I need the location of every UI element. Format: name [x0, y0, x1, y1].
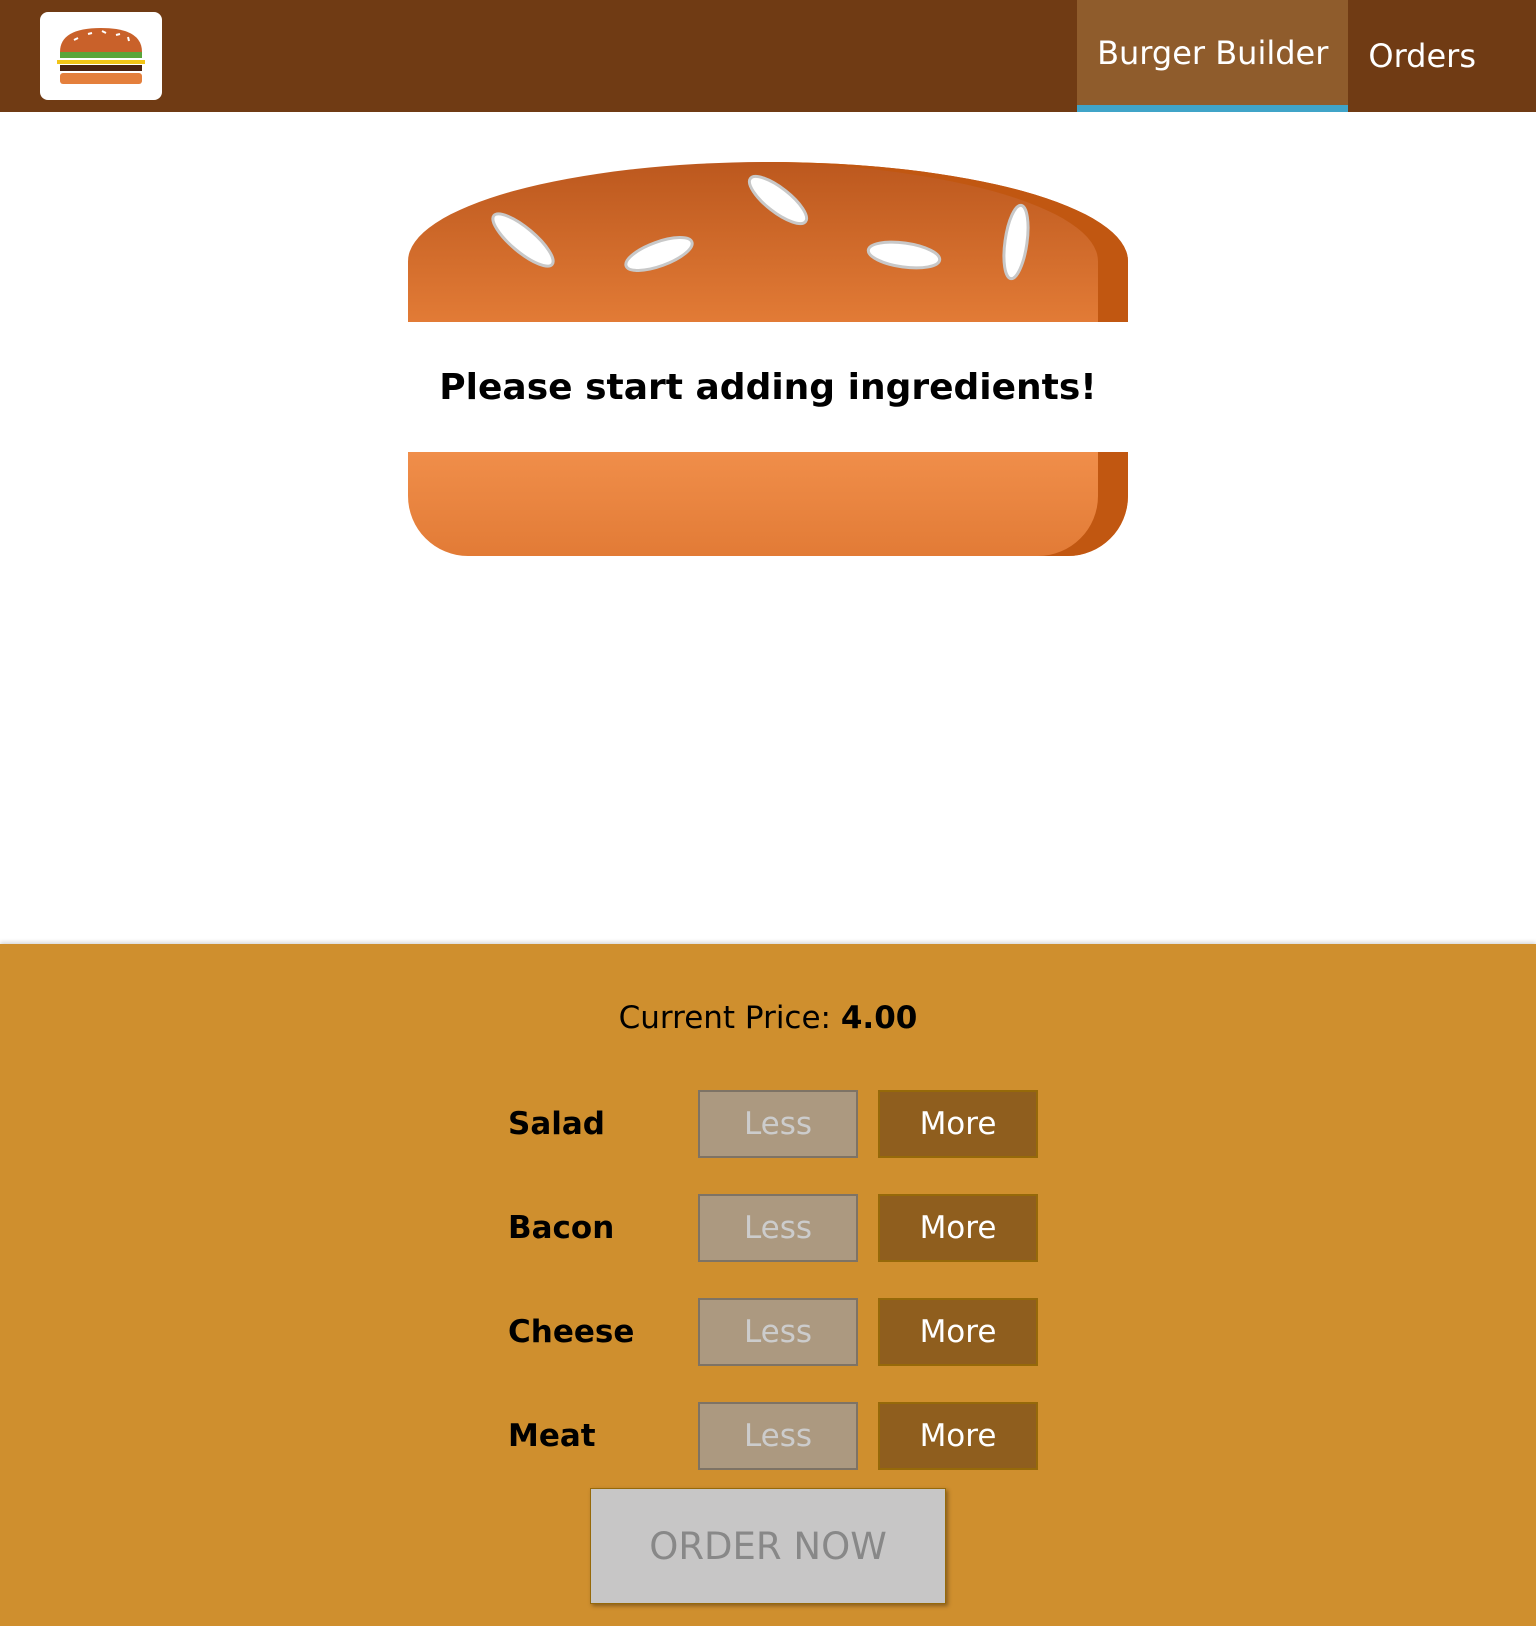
burger-preview: Please start adding ingredients!	[408, 160, 1128, 556]
bread-bottom	[408, 452, 1128, 556]
toolbar: Burger Builder Orders	[0, 0, 1536, 112]
price-value: 4.00	[840, 1000, 918, 1036]
order-now-button[interactable]: ORDER NOW	[590, 1488, 946, 1604]
less-meat-button[interactable]: Less	[698, 1402, 858, 1470]
burger-logo-icon[interactable]	[40, 12, 162, 100]
nav-item-burger-builder[interactable]: Burger Builder	[1077, 0, 1349, 112]
nav-item-orders[interactable]: Orders	[1348, 0, 1536, 112]
more-bacon-button[interactable]: More	[878, 1194, 1038, 1262]
ingredient-label: Bacon	[508, 1210, 615, 1246]
ingredient-label: Meat	[508, 1418, 596, 1454]
current-price: Current Price: 4.00	[0, 1000, 1536, 1036]
main-nav: Burger Builder Orders	[1077, 0, 1536, 112]
more-cheese-button[interactable]: More	[878, 1298, 1038, 1366]
empty-burger-message: Please start adding ingredients!	[439, 366, 1097, 408]
bread-top	[408, 162, 1128, 322]
ingredient-control-salad: Salad Less More	[508, 1090, 1038, 1158]
more-salad-button[interactable]: More	[878, 1090, 1038, 1158]
ingredient-label: Cheese	[508, 1314, 635, 1350]
ingredient-control-bacon: Bacon Less More	[508, 1194, 1038, 1262]
build-controls: Current Price: 4.00 Salad Less More Baco…	[0, 944, 1536, 1626]
ingredient-label: Salad	[508, 1106, 605, 1142]
less-salad-button[interactable]: Less	[698, 1090, 858, 1158]
ingredient-control-meat: Meat Less More	[508, 1402, 1038, 1470]
less-cheese-button[interactable]: Less	[698, 1298, 858, 1366]
more-meat-button[interactable]: More	[878, 1402, 1038, 1470]
ingredient-control-cheese: Cheese Less More	[508, 1298, 1038, 1366]
less-bacon-button[interactable]: Less	[698, 1194, 858, 1262]
price-label: Current Price:	[618, 1000, 841, 1036]
